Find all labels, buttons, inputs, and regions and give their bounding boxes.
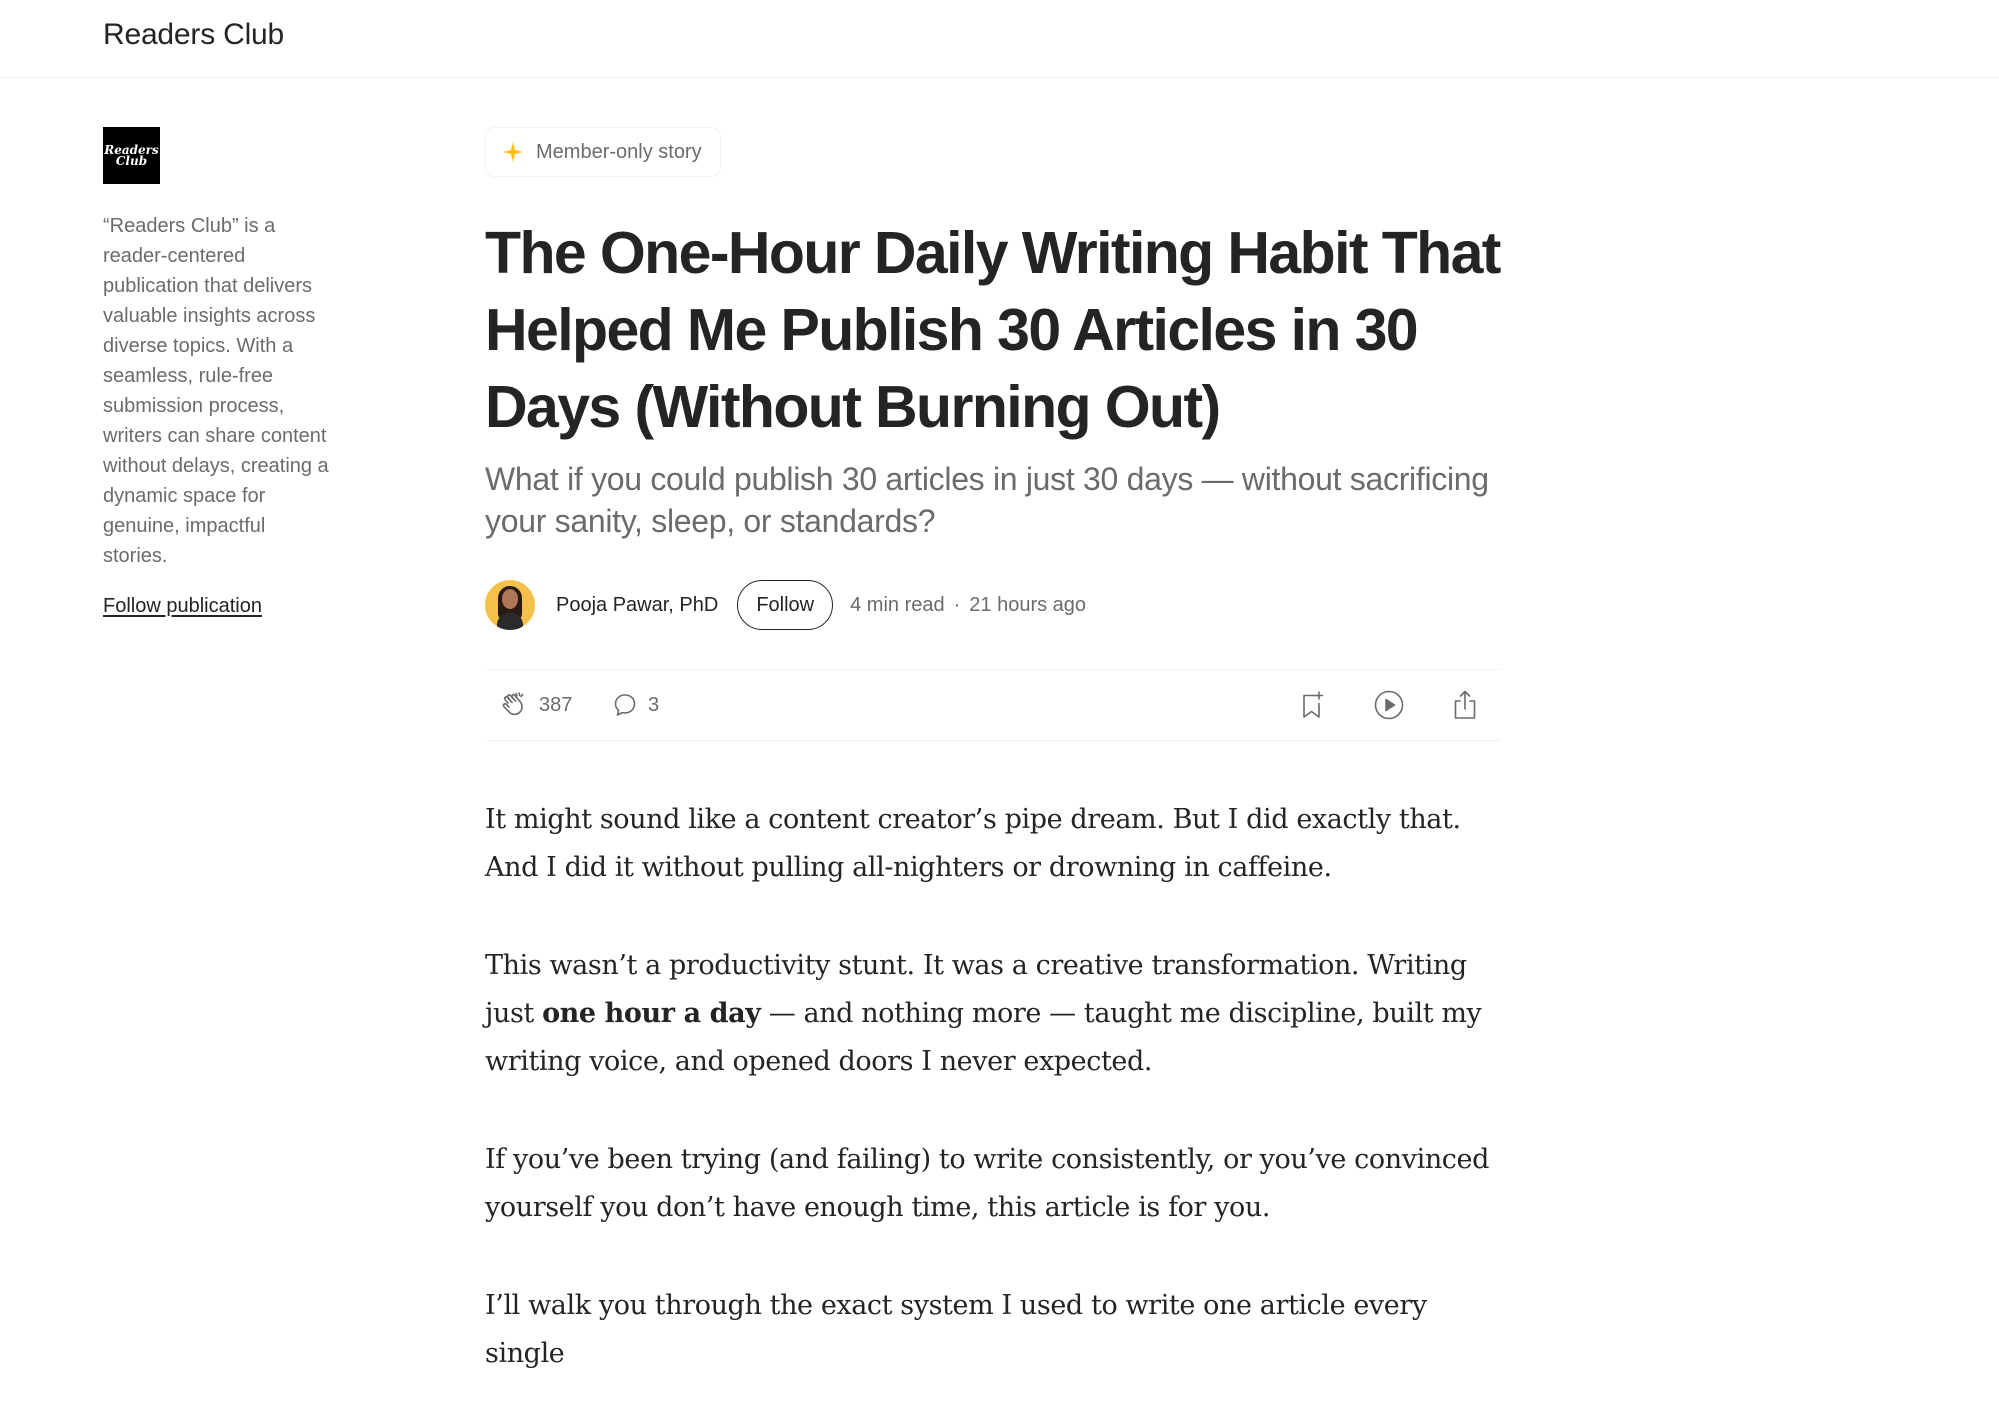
author-name[interactable]: Pooja Pawar, PhD	[556, 594, 718, 617]
bookmark-add-icon	[1303, 691, 1324, 718]
play-circle-icon	[1374, 690, 1404, 720]
member-only-label: Member-only story	[536, 140, 702, 163]
body-paragraph: This wasn’t a productivity stunt. It was…	[485, 942, 1500, 1086]
read-time: 4 min read	[850, 593, 945, 616]
clap-icon	[502, 692, 524, 716]
responses-button[interactable]: 3	[612, 670, 659, 740]
meta-separator: ·	[953, 593, 961, 616]
body-paragraph: It might sound like a content creator’s …	[485, 804, 1461, 883]
body-paragraph: If you’ve been trying (and failing) to w…	[485, 1144, 1489, 1223]
publication-logo-line2: Club	[115, 153, 148, 168]
article-title: The One-Hour Daily Writing Habit That He…	[485, 220, 1501, 440]
member-only-badge: Member-only story	[485, 127, 721, 177]
byline: Pooja Pawar, PhD Follow 4 min read · 21 ho…	[485, 579, 1500, 631]
article-action-bar: 387 3	[485, 669, 1500, 741]
follow-publication-link[interactable]: Follow publication	[103, 595, 262, 618]
share-button[interactable]	[1450, 670, 1480, 740]
publication-description: “Readers Club” is a reader-centered publ…	[103, 215, 329, 567]
listen-button[interactable]	[1373, 670, 1405, 740]
publication-sidebar: Readers Club “Readers Club” is a reader-…	[103, 127, 333, 618]
share-icon	[1454, 690, 1476, 719]
follow-author-button[interactable]: Follow	[737, 580, 834, 630]
article-meta: 4 min read · 21 hours ago	[850, 594, 1086, 617]
speech-bubble-icon	[614, 694, 636, 716]
publication-name-header[interactable]: Readers Club	[103, 18, 284, 52]
published-time: 21 hours ago	[969, 593, 1087, 616]
article-subtitle: What if you could publish 30 articles in…	[485, 461, 1489, 539]
body-paragraph: I’ll walk you through the exact system I…	[485, 1290, 1427, 1369]
article-body: It might sound like a content creator’s …	[485, 796, 1500, 1378]
publication-logo[interactable]: Readers Club	[103, 127, 160, 184]
author-avatar[interactable]	[485, 580, 535, 630]
clap-button[interactable]: 387	[499, 670, 572, 740]
body-bold-text: one hour a day	[542, 998, 761, 1029]
response-count: 3	[648, 693, 660, 716]
article: Member-only story The One-Hour Daily Wri…	[485, 127, 1501, 1428]
save-button[interactable]	[1298, 670, 1328, 740]
top-bar: Readers Club	[0, 0, 1999, 78]
clap-count: 387	[539, 693, 573, 716]
sparkle-star-icon	[502, 141, 524, 163]
